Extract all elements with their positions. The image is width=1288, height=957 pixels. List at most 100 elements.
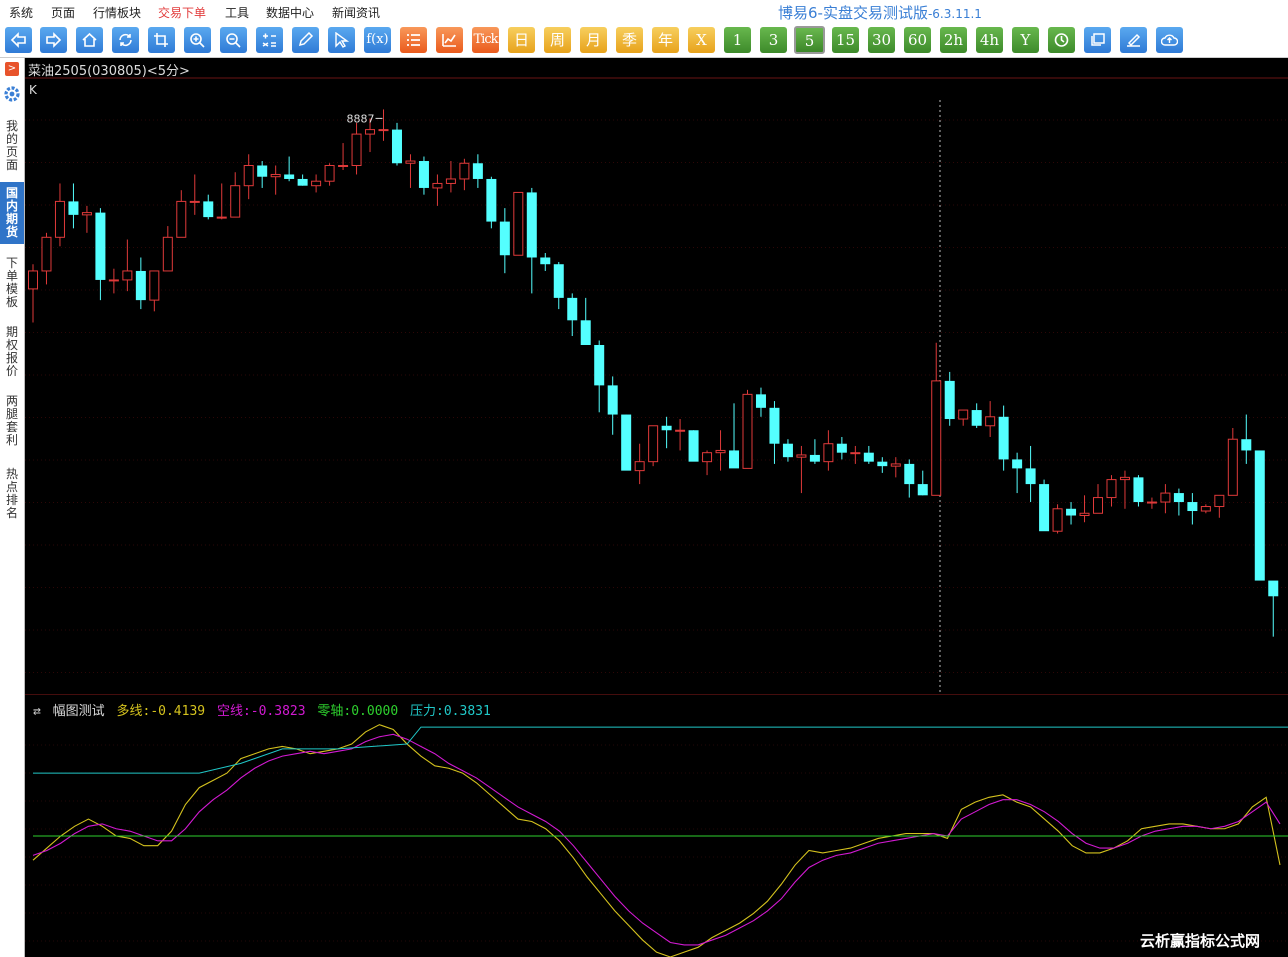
sidebar-tab-my-pages[interactable]: 我的页面: [0, 118, 24, 174]
candle: [1066, 502, 1077, 525]
period-x-button[interactable]: X: [688, 27, 715, 53]
candle: [863, 445, 874, 464]
menu-market-sector[interactable]: 行情板块: [93, 4, 141, 21]
candle-body: [270, 173, 281, 178]
candle-body: [782, 443, 793, 458]
menu-page[interactable]: 页面: [51, 4, 75, 21]
candle-body: [877, 461, 888, 467]
menu-trade-order[interactable]: 交易下单: [158, 4, 206, 21]
candle: [796, 445, 807, 494]
candlestick-chart[interactable]: 8887: [25, 58, 1288, 695]
period-5min-button[interactable]: 5: [794, 26, 825, 54]
candle: [216, 183, 227, 220]
candle: [68, 183, 79, 229]
candle-body: [351, 133, 362, 167]
candle-body: [418, 161, 429, 188]
period-year-button[interactable]: 年: [652, 27, 679, 53]
period-day-button[interactable]: 日: [508, 27, 535, 53]
period-3min-button[interactable]: 3: [760, 27, 787, 53]
candle: [378, 109, 389, 141]
clock-icon[interactable]: [1048, 27, 1075, 53]
chart-area[interactable]: 菜油2505(030805)<5分> K 8887 ⇄ 幅图测试 多线:-0.4…: [25, 58, 1288, 957]
candle-body: [1119, 476, 1130, 481]
layers-icon[interactable]: [1084, 27, 1111, 53]
calculator-icon[interactable]: [256, 27, 283, 53]
candle: [1025, 445, 1036, 503]
sidebar-tab-option-quote[interactable]: 期权报价: [0, 324, 24, 380]
period-15min-button[interactable]: 15: [832, 27, 859, 53]
period-2h-button[interactable]: 2h: [940, 27, 967, 53]
candle-body: [809, 454, 820, 462]
cursor-icon[interactable]: [328, 27, 355, 53]
cloud-upload-icon[interactable]: [1156, 27, 1183, 53]
candle: [324, 163, 335, 186]
candle-body: [755, 394, 766, 408]
pencil-icon[interactable]: [292, 27, 319, 53]
gear-icon[interactable]: [3, 85, 21, 107]
sidebar-tab-hot-ranking[interactable]: 热点排名: [0, 466, 24, 522]
draw-line-icon[interactable]: [1120, 27, 1147, 53]
candle-body: [499, 221, 510, 256]
sidebar-tab-domestic-futures[interactable]: 国内期货: [0, 182, 24, 244]
candle-body: [850, 452, 861, 455]
candle: [445, 161, 456, 193]
candle-body: [391, 129, 402, 164]
forward-icon[interactable]: [40, 27, 67, 53]
candle-body: [459, 162, 470, 180]
candle: [54, 183, 65, 247]
candle-body: [41, 236, 52, 272]
period-quarter-button[interactable]: 季: [616, 27, 643, 53]
candle-body: [472, 163, 483, 179]
candle-body: [607, 385, 618, 415]
candle: [1160, 484, 1171, 514]
candle-body: [216, 216, 227, 219]
candle-body: [634, 461, 645, 472]
chart-trend-icon[interactable]: [436, 27, 463, 53]
period-60min-button[interactable]: 60: [904, 27, 931, 53]
candle: [230, 172, 241, 218]
candle: [203, 194, 214, 220]
candle-body: [95, 212, 106, 280]
candle-body: [917, 484, 928, 496]
period-4h-button[interactable]: 4h: [976, 27, 1003, 53]
candle: [486, 176, 497, 229]
candle-body: [702, 452, 713, 463]
candle: [580, 297, 591, 345]
candle-body: [567, 297, 578, 321]
candle-body: [836, 443, 847, 453]
zoom-out-icon[interactable]: [220, 27, 247, 53]
period-month-button[interactable]: 月: [580, 27, 607, 53]
candle: [28, 264, 38, 323]
period-1min-button[interactable]: 1: [724, 27, 751, 53]
back-icon[interactable]: [5, 27, 32, 53]
candle-body: [1200, 506, 1211, 512]
sidebar-tab-spread-arbitrage[interactable]: 两腿套利: [0, 393, 24, 449]
candle: [1227, 428, 1238, 496]
formula-icon[interactable]: f(x): [364, 27, 391, 53]
list-icon[interactable]: [400, 27, 427, 53]
period-30min-button[interactable]: 30: [868, 27, 895, 53]
candle: [1133, 475, 1144, 507]
menu-system[interactable]: 系统: [9, 4, 33, 21]
home-icon[interactable]: [76, 27, 103, 53]
indicator-chart[interactable]: [25, 695, 1288, 957]
menu-news[interactable]: 新闻资讯: [332, 4, 380, 21]
period-tick-button[interactable]: Tick: [472, 27, 499, 53]
candle: [135, 257, 146, 310]
menu-data-center[interactable]: 数据中心: [266, 4, 314, 21]
sidebar-tab-order-template[interactable]: 下单模板: [0, 255, 24, 311]
toolbar: f(x) Tick 日 周 月 季 年 X 1 3 5 15 30 60 2h …: [0, 24, 1288, 70]
period-week-button[interactable]: 周: [544, 27, 571, 53]
candle: [297, 174, 308, 186]
candle: [405, 154, 416, 188]
candle: [553, 261, 564, 310]
period-y-button[interactable]: Y: [1012, 27, 1039, 53]
candle-body: [257, 165, 268, 177]
refresh-icon[interactable]: [112, 27, 139, 53]
candle-body: [1106, 479, 1117, 499]
expand-panel-icon[interactable]: >: [5, 62, 19, 76]
zoom-in-icon[interactable]: [184, 27, 211, 53]
menu-tools[interactable]: 工具: [225, 4, 249, 21]
crop-icon[interactable]: [148, 27, 175, 53]
candle-body: [513, 191, 524, 256]
